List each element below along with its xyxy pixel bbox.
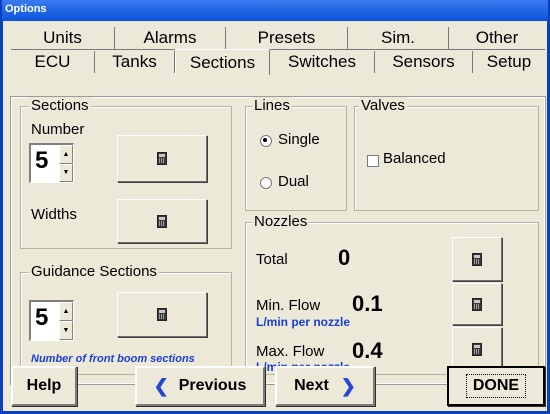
nozzles-legend: Nozzles (252, 213, 310, 230)
max-flow-label: Max. Flow (256, 343, 325, 360)
tab-row-divider (11, 49, 545, 50)
balanced-checkbox[interactable] (367, 155, 379, 167)
tab-units[interactable]: Units (11, 27, 115, 49)
widths-label: Widths (31, 206, 77, 223)
total-calculator-button[interactable] (452, 237, 502, 281)
guidance-note: Number of front boom sections (31, 353, 195, 365)
previous-label: Previous (178, 377, 247, 394)
min-flow-unit: L/min per nozzle (256, 315, 351, 329)
total-label: Total (256, 251, 288, 268)
sections-group: Sections Number 5 ▲ ▼ Widths (20, 97, 232, 249)
help-label: Help (26, 377, 62, 394)
window-title: Options (5, 3, 47, 15)
next-button[interactable]: Next ❯ (275, 366, 375, 406)
single-radio[interactable] (260, 135, 272, 147)
guidance-calculator-button[interactable] (117, 292, 207, 337)
dual-label: Dual (278, 173, 309, 190)
tab-tanks[interactable]: Tanks (95, 51, 175, 73)
number-decrement-button[interactable]: ▼ (59, 163, 73, 182)
sections-legend: Sections (29, 97, 91, 114)
tab-setup[interactable]: Setup (473, 51, 545, 73)
calculator-icon (157, 152, 167, 165)
chevron-left-icon: ❮ (153, 375, 169, 396)
nozzles-group: Nozzles Total 0 Min. Flow 0.1 L/min per … (245, 213, 539, 375)
dual-radio[interactable] (260, 177, 272, 189)
options-window: Units Alarms Presets Sim. Other ECU Tank… (0, 21, 550, 414)
max-flow-value: 0.4 (352, 338, 383, 363)
total-value: 0 (338, 245, 351, 270)
tab-other[interactable]: Other (449, 27, 545, 49)
tab-sections[interactable]: Sections (175, 49, 270, 75)
next-label: Next (294, 377, 329, 394)
number-calculator-button[interactable] (117, 135, 207, 182)
previous-button[interactable]: ❮ Previous (135, 366, 265, 406)
done-label: DONE (465, 374, 527, 398)
lines-legend: Lines (252, 97, 292, 114)
chevron-right-icon: ❯ (340, 375, 356, 396)
max-flow-calculator-button[interactable] (452, 327, 502, 371)
number-label: Number (31, 121, 85, 138)
guidance-increment-button[interactable]: ▲ (59, 302, 73, 321)
tab-presets[interactable]: Presets (226, 27, 348, 49)
widths-calculator-button[interactable] (117, 199, 207, 243)
min-flow-calculator-button[interactable] (452, 283, 502, 325)
done-button[interactable]: DONE (447, 366, 545, 406)
sections-panel: Sections Number 5 ▲ ▼ Widths Guidance Se… (10, 96, 546, 385)
tab-sensors[interactable]: Sensors (375, 51, 473, 73)
valves-group: Valves Balanced (354, 97, 539, 211)
tab-switches[interactable]: Switches (270, 51, 375, 73)
guidance-legend: Guidance Sections (29, 263, 159, 280)
help-button[interactable]: Help (11, 366, 77, 406)
tab-ecu[interactable]: ECU (11, 51, 95, 73)
calculator-icon (157, 308, 167, 321)
window-titlebar: Options (0, 0, 550, 21)
guidance-decrement-button[interactable]: ▼ (59, 321, 73, 340)
calculator-icon (472, 342, 482, 356)
min-flow-label: Min. Flow (256, 297, 321, 314)
min-flow-value: 0.1 (352, 291, 383, 316)
guidance-stepper[interactable]: 5 ▲ ▼ (29, 300, 74, 341)
tab-sim[interactable]: Sim. (348, 27, 449, 49)
calculator-icon (472, 252, 482, 266)
guidance-sections-group: Guidance Sections 5 ▲ ▼ Number of front … (20, 263, 232, 375)
single-label: Single (278, 131, 320, 148)
balanced-label: Balanced (383, 150, 446, 167)
number-increment-button[interactable]: ▲ (59, 145, 73, 164)
guidance-value: 5 (35, 304, 49, 331)
tab-alarms[interactable]: Alarms (115, 27, 226, 49)
calculator-icon (472, 297, 482, 311)
valves-legend: Valves (359, 97, 407, 114)
number-value: 5 (35, 147, 49, 174)
number-stepper[interactable]: 5 ▲ ▼ (29, 143, 74, 183)
lines-group: Lines Single Dual (245, 97, 347, 211)
calculator-icon (157, 214, 167, 228)
